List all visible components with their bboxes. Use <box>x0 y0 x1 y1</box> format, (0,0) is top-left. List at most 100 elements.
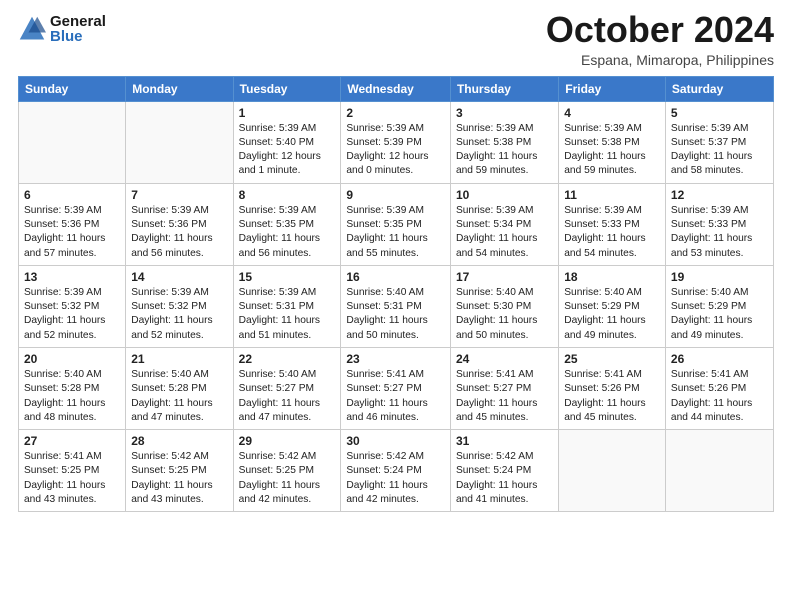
day-number: 19 <box>671 270 768 284</box>
calendar-header-friday: Friday <box>559 76 666 101</box>
calendar-week-1: 6 Sunrise: 5:39 AMSunset: 5:36 PMDaylight… <box>19 183 774 265</box>
calendar-cell: 25Sunrise: 5:41 AMSunset: 5:26 PMDayligh… <box>559 347 666 429</box>
calendar-cell: 5Sunrise: 5:39 AMSunset: 5:37 PMDaylight… <box>665 101 773 183</box>
cell-content: Sunrise: 5:39 AMSunset: 5:34 PMDaylight:… <box>456 204 553 261</box>
calendar-cell: 13 Sunrise: 5:39 AMSunset: 5:32 PMDayligh… <box>19 265 126 347</box>
cell-content: Sunrise: 5:42 AMSunset: 5:25 PMDaylight:… <box>239 450 336 507</box>
calendar-cell: 18Sunrise: 5:40 AMSunset: 5:29 PMDayligh… <box>559 265 666 347</box>
day-number: 17 <box>456 270 553 284</box>
calendar-cell: 22Sunrise: 5:40 AMSunset: 5:27 PMDayligh… <box>233 347 341 429</box>
calendar-header-sunday: Sunday <box>19 76 126 101</box>
calendar-cell: 7 Sunrise: 5:39 AMSunset: 5:36 PMDaylight… <box>126 183 233 265</box>
calendar-cell: 21 Sunrise: 5:40 AMSunset: 5:28 PMDayligh… <box>126 347 233 429</box>
day-number: 27 <box>24 434 120 448</box>
day-number: 8 <box>239 188 336 202</box>
calendar-header-monday: Monday <box>126 76 233 101</box>
day-number: 28 <box>131 434 227 448</box>
calendar-week-0: 1Sunrise: 5:39 AMSunset: 5:40 PMDaylight… <box>19 101 774 183</box>
day-number: 24 <box>456 352 553 366</box>
calendar-header-thursday: Thursday <box>450 76 558 101</box>
day-number: 6 <box>24 188 120 202</box>
day-number: 16 <box>346 270 445 284</box>
cell-content: Sunrise: 5:42 AMSunset: 5:24 PMDaylight:… <box>456 450 553 507</box>
calendar-cell: 10Sunrise: 5:39 AMSunset: 5:34 PMDayligh… <box>450 183 558 265</box>
cell-content: Sunrise: 5:41 AMSunset: 5:27 PMDaylight:… <box>346 368 445 425</box>
cell-content: Sunrise: 5:42 AMSunset: 5:25 PMDaylight:… <box>131 450 227 507</box>
cell-content: Sunrise: 5:39 AMSunset: 5:32 PMDaylight:… <box>131 286 227 343</box>
calendar-header-row: SundayMondayTuesdayWednesdayThursdayFrid… <box>19 76 774 101</box>
calendar-cell: 9 Sunrise: 5:39 AMSunset: 5:35 PMDaylight… <box>341 183 451 265</box>
calendar-cell: 1Sunrise: 5:39 AMSunset: 5:40 PMDaylight… <box>233 101 341 183</box>
cell-content: Sunrise: 5:39 AMSunset: 5:33 PMDaylight:… <box>564 204 660 261</box>
calendar-cell: 2 Sunrise: 5:39 AMSunset: 5:39 PMDaylight… <box>341 101 451 183</box>
calendar-cell: 16 Sunrise: 5:40 AMSunset: 5:31 PMDayligh… <box>341 265 451 347</box>
cell-content: Sunrise: 5:39 AMSunset: 5:36 PMDaylight:… <box>24 204 120 261</box>
calendar-cell: 26 Sunrise: 5:41 AMSunset: 5:26 PMDayligh… <box>665 347 773 429</box>
cell-content: Sunrise: 5:39 AMSunset: 5:38 PMDaylight:… <box>564 122 660 179</box>
cell-content: Sunrise: 5:39 AMSunset: 5:35 PMDaylight:… <box>239 204 336 261</box>
cell-content: Sunrise: 5:40 AMSunset: 5:28 PMDaylight:… <box>24 368 120 425</box>
day-number: 2 <box>346 106 445 120</box>
day-number: 30 <box>346 434 445 448</box>
day-number: 29 <box>239 434 336 448</box>
cell-content: Sunrise: 5:41 AMSunset: 5:26 PMDaylight:… <box>564 368 660 425</box>
logo-general: General <box>50 14 106 29</box>
cell-content: Sunrise: 5:41 AMSunset: 5:26 PMDaylight:… <box>671 368 768 425</box>
cell-content: Sunrise: 5:39 AMSunset: 5:32 PMDaylight:… <box>24 286 120 343</box>
cell-content: Sunrise: 5:42 AMSunset: 5:24 PMDaylight:… <box>346 450 445 507</box>
calendar-cell: 15 Sunrise: 5:39 AMSunset: 5:31 PMDayligh… <box>233 265 341 347</box>
day-number: 15 <box>239 270 336 284</box>
calendar-cell <box>665 430 773 512</box>
calendar-cell: 19 Sunrise: 5:40 AMSunset: 5:29 PMDayligh… <box>665 265 773 347</box>
day-number: 22 <box>239 352 336 366</box>
calendar-cell: 31 Sunrise: 5:42 AMSunset: 5:24 PMDayligh… <box>450 430 558 512</box>
day-number: 26 <box>671 352 768 366</box>
calendar-cell: 14 Sunrise: 5:39 AMSunset: 5:32 PMDayligh… <box>126 265 233 347</box>
cell-content: Sunrise: 5:39 AMSunset: 5:36 PMDaylight:… <box>131 204 227 261</box>
cell-content: Sunrise: 5:40 AMSunset: 5:28 PMDaylight:… <box>131 368 227 425</box>
cell-content: Sunrise: 5:40 AMSunset: 5:29 PMDaylight:… <box>671 286 768 343</box>
calendar-cell <box>559 430 666 512</box>
day-number: 23 <box>346 352 445 366</box>
calendar-week-4: 27Sunrise: 5:41 AMSunset: 5:25 PMDayligh… <box>19 430 774 512</box>
day-number: 9 <box>346 188 445 202</box>
day-number: 21 <box>131 352 227 366</box>
day-number: 3 <box>456 106 553 120</box>
cell-content: Sunrise: 5:40 AMSunset: 5:30 PMDaylight:… <box>456 286 553 343</box>
calendar-cell: 12 Sunrise: 5:39 AMSunset: 5:33 PMDayligh… <box>665 183 773 265</box>
logo: General Blue <box>18 14 106 44</box>
calendar-cell: 8 Sunrise: 5:39 AMSunset: 5:35 PMDaylight… <box>233 183 341 265</box>
calendar-cell: 24 Sunrise: 5:41 AMSunset: 5:27 PMDayligh… <box>450 347 558 429</box>
calendar-cell: 6 Sunrise: 5:39 AMSunset: 5:36 PMDaylight… <box>19 183 126 265</box>
calendar-cell: 20Sunrise: 5:40 AMSunset: 5:28 PMDayligh… <box>19 347 126 429</box>
cell-content: Sunrise: 5:39 AMSunset: 5:40 PMDaylight:… <box>239 122 336 179</box>
title-section: October 2024 Espana, Mimaropa, Philippin… <box>546 10 774 68</box>
day-number: 12 <box>671 188 768 202</box>
location: Espana, Mimaropa, Philippines <box>546 52 774 68</box>
cell-content: Sunrise: 5:39 AMSunset: 5:39 PMDaylight:… <box>346 122 445 179</box>
calendar-cell: 4Sunrise: 5:39 AMSunset: 5:38 PMDaylight… <box>559 101 666 183</box>
day-number: 7 <box>131 188 227 202</box>
calendar-cell <box>19 101 126 183</box>
calendar-week-3: 20Sunrise: 5:40 AMSunset: 5:28 PMDayligh… <box>19 347 774 429</box>
day-number: 13 <box>24 270 120 284</box>
calendar-header-wednesday: Wednesday <box>341 76 451 101</box>
cell-content: Sunrise: 5:40 AMSunset: 5:31 PMDaylight:… <box>346 286 445 343</box>
cell-content: Sunrise: 5:39 AMSunset: 5:35 PMDaylight:… <box>346 204 445 261</box>
calendar: SundayMondayTuesdayWednesdayThursdayFrid… <box>18 76 774 513</box>
day-number: 31 <box>456 434 553 448</box>
calendar-cell: 28 Sunrise: 5:42 AMSunset: 5:25 PMDayligh… <box>126 430 233 512</box>
cell-content: Sunrise: 5:41 AMSunset: 5:27 PMDaylight:… <box>456 368 553 425</box>
month-title: October 2024 <box>546 10 774 50</box>
logo-icon <box>18 15 46 43</box>
calendar-cell: 29 Sunrise: 5:42 AMSunset: 5:25 PMDayligh… <box>233 430 341 512</box>
cell-content: Sunrise: 5:39 AMSunset: 5:33 PMDaylight:… <box>671 204 768 261</box>
cell-content: Sunrise: 5:39 AMSunset: 5:38 PMDaylight:… <box>456 122 553 179</box>
calendar-cell <box>126 101 233 183</box>
calendar-header-tuesday: Tuesday <box>233 76 341 101</box>
calendar-header-saturday: Saturday <box>665 76 773 101</box>
logo-blue: Blue <box>50 29 106 44</box>
cell-content: Sunrise: 5:39 AMSunset: 5:31 PMDaylight:… <box>239 286 336 343</box>
day-number: 14 <box>131 270 227 284</box>
calendar-cell: 11Sunrise: 5:39 AMSunset: 5:33 PMDayligh… <box>559 183 666 265</box>
